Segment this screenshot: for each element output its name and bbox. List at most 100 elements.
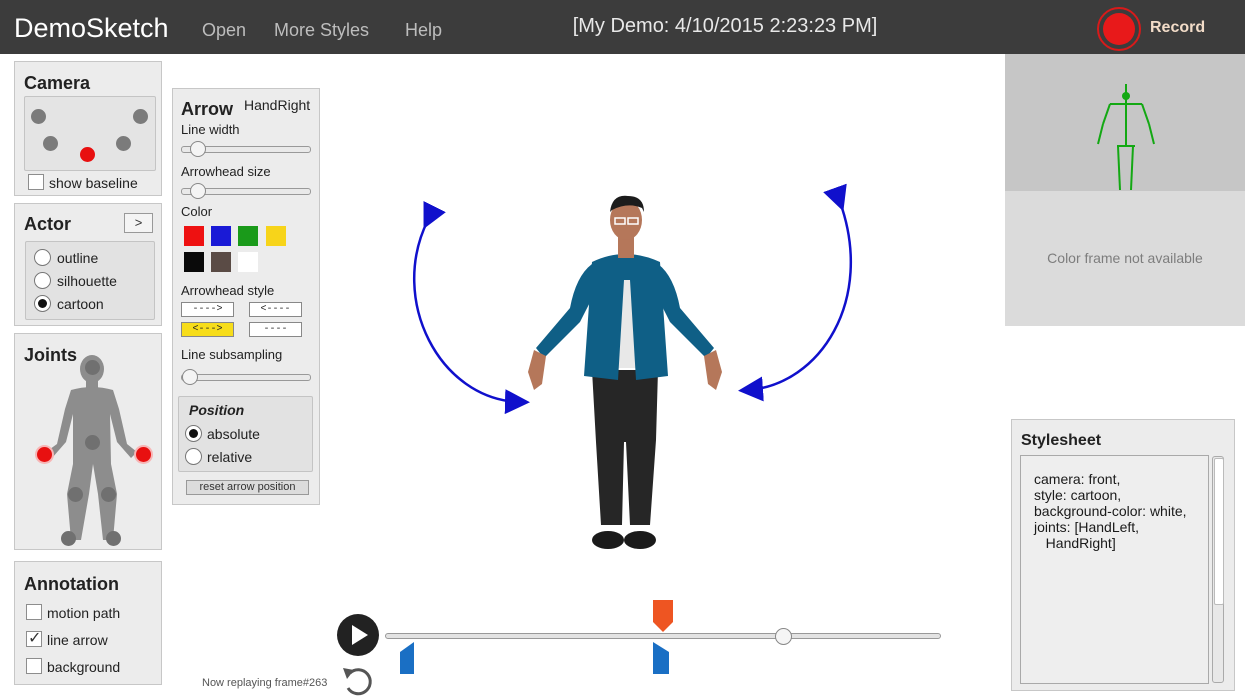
stylesheet-line: joints: [HandLeft, (1034, 519, 1140, 535)
stylesheet-line: HandRight] (1034, 535, 1116, 551)
record-label[interactable]: Record (1150, 19, 1205, 37)
stylesheet-line: camera: front, (1034, 471, 1121, 487)
joint-hand-left[interactable] (37, 447, 52, 462)
actor-options: outline silhouette cartoon (25, 241, 155, 320)
actor-viewport (412, 183, 852, 549)
color-swatch-black[interactable] (184, 252, 204, 272)
color-label: Color (181, 204, 213, 219)
joint-foot-right[interactable] (106, 531, 121, 546)
arrowhead-style-forward[interactable]: ----> (181, 302, 234, 317)
joint-hand-right[interactable] (136, 447, 151, 462)
color-swatch-white[interactable] (238, 252, 258, 272)
segment-start-marker[interactable] (397, 640, 419, 676)
camera-position-top-right[interactable] (133, 109, 148, 124)
camera-title: Camera (24, 73, 91, 93)
joint-head[interactable] (85, 360, 100, 375)
record-button[interactable] (1095, 5, 1143, 51)
position-relative-radio[interactable] (185, 448, 202, 465)
kinect-preview: Color frame not available (1005, 54, 1245, 326)
stylesheet-scroll-thumb[interactable] (1214, 458, 1224, 605)
stylesheet-editor[interactable]: camera: front, style: cartoon, backgroun… (1020, 455, 1209, 684)
stylesheet-line: background-color: white, (1034, 503, 1187, 519)
show-baseline-checkbox[interactable] (28, 174, 44, 190)
position-relative-label: relative (207, 449, 253, 465)
replay-status: Now replaying frame#263 (202, 677, 328, 689)
radio-selected-dot (38, 299, 47, 308)
line-subsampling-thumb[interactable] (182, 369, 198, 385)
line-width-thumb[interactable] (190, 141, 206, 157)
stylesheet-title: Stylesheet (1021, 432, 1102, 449)
color-swatch-yellow[interactable] (266, 226, 286, 246)
replay-icon[interactable] (340, 664, 376, 698)
menu-more-styles[interactable]: More Styles (274, 20, 369, 41)
check-icon: ✓ (28, 630, 42, 647)
timeline-track[interactable] (385, 633, 941, 639)
motion-path-checkbox[interactable] (26, 604, 42, 620)
background-label: background (47, 659, 121, 675)
line-subsampling-track[interactable] (181, 374, 311, 381)
color-swatch-red[interactable] (184, 226, 204, 246)
skeleton-icon (1097, 84, 1155, 191)
line-width-label: Line width (181, 122, 240, 137)
line-arrow-label: line arrow (47, 632, 108, 648)
record-icon (1103, 13, 1135, 45)
joint-foot-left[interactable] (61, 531, 76, 546)
actor-silhouette-label: silhouette (57, 273, 117, 289)
camera-position-front[interactable] (80, 147, 95, 162)
stylesheet-scrollbar[interactable] (1212, 456, 1224, 683)
color-swatch-brown[interactable] (211, 252, 231, 272)
app-title: DemoSketch (14, 13, 169, 43)
cartoon-actor (528, 195, 722, 549)
arrowhead-style-label: Arrowhead style (181, 283, 275, 298)
show-baseline-label: show baseline (49, 175, 138, 191)
reset-arrow-position-button[interactable]: reset arrow position (186, 480, 309, 495)
current-frame-marker[interactable] (650, 598, 676, 634)
demo-title-wrap: [My Demo: 4/10/2015 2:23:23 PM] (0, 15, 1245, 38)
segment-end-marker[interactable] (650, 640, 672, 676)
actor-outline-radio[interactable] (34, 249, 51, 266)
arrowhead-style-backward[interactable]: <---- (249, 302, 302, 317)
arrowhead-size-thumb[interactable] (190, 183, 206, 199)
timeline-thumb[interactable] (775, 628, 792, 645)
arrowhead-size-label: Arrowhead size (181, 164, 271, 179)
joint-knee-left[interactable] (68, 487, 83, 502)
camera-position-left[interactable] (43, 136, 58, 151)
joint-spine[interactable] (85, 435, 100, 450)
actor-outline-label: outline (57, 250, 99, 266)
actor-title: Actor (24, 214, 72, 234)
arrowhead-style-both[interactable]: <---> (181, 322, 234, 337)
joint-knee-right[interactable] (101, 487, 116, 502)
color-swatch-green[interactable] (238, 226, 258, 246)
actor-panel: Actor > outline silhouette cartoon (14, 203, 162, 326)
camera-selector (24, 96, 156, 171)
right-annotation-arrow[interactable] (738, 183, 852, 402)
motion-path-label: motion path (47, 605, 121, 621)
stylesheet-panel: Stylesheet camera: front, style: cartoon… (1011, 419, 1235, 691)
position-title: Position (189, 402, 245, 418)
camera-position-top-left[interactable] (31, 109, 46, 124)
actor-cartoon-radio[interactable] (34, 295, 51, 312)
actor-expand-button[interactable]: > (124, 213, 153, 233)
line-subsampling-label: Line subsampling (181, 347, 283, 362)
arrow-panel: Arrow HandRight Line width Arrowhead siz… (172, 88, 320, 505)
play-button[interactable] (337, 614, 379, 656)
camera-panel: Camera show baseline (14, 61, 162, 196)
color-frame-status: Color frame not available (1047, 250, 1203, 266)
arrow-title: Arrow (181, 99, 234, 119)
actor-cartoon-label: cartoon (57, 296, 104, 312)
color-swatch-blue[interactable] (211, 226, 231, 246)
left-annotation-arrow[interactable] (412, 200, 530, 415)
demo-title: [My Demo: 4/10/2015 2:23:23 PM] (572, 15, 878, 37)
position-absolute-radio[interactable] (185, 425, 202, 442)
position-group: Position absolute relative (178, 396, 313, 472)
menu-help[interactable]: Help (405, 20, 442, 41)
background-checkbox[interactable] (26, 658, 42, 674)
line-arrow-checkbox[interactable]: ✓ (26, 630, 42, 647)
camera-position-right[interactable] (116, 136, 131, 151)
arrow-joint-label: HandRight (244, 97, 311, 113)
arrowhead-style-none[interactable]: ---- (249, 322, 302, 337)
actor-silhouette-radio[interactable] (34, 272, 51, 289)
annotation-title: Annotation (24, 574, 119, 594)
menu-open[interactable]: Open (202, 20, 246, 41)
stylesheet-line: style: cartoon, (1034, 487, 1122, 503)
